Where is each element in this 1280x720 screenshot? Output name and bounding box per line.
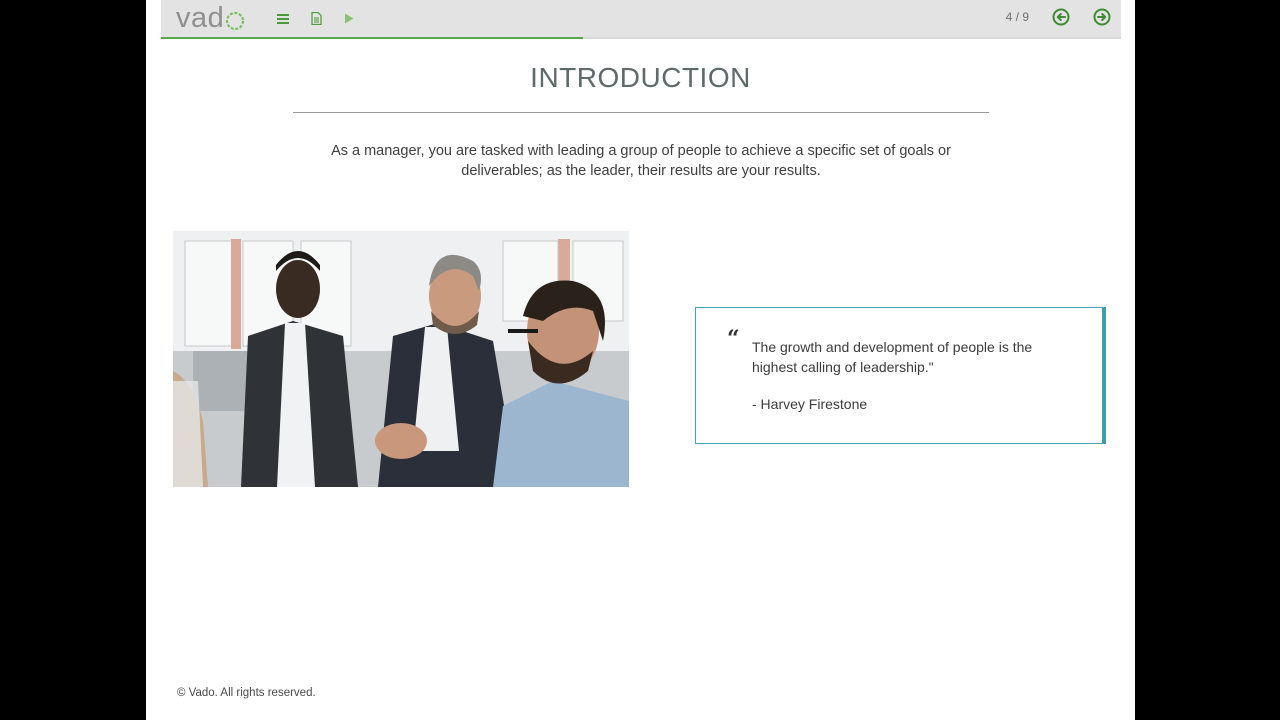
menu-icon — [277, 13, 289, 24]
quote-callout: “ The growth and development of people i… — [695, 307, 1106, 444]
progress-bar — [161, 37, 1121, 39]
quote-author: - Harvey Firestone — [752, 396, 868, 412]
quote-text: The growth and development of people is … — [752, 339, 1033, 375]
vado-logo: vad — [176, 1, 245, 35]
slide-title: INTRODUCTION — [530, 62, 751, 93]
logo-text: vad — [176, 1, 225, 34]
menu-button[interactable] — [274, 9, 292, 27]
slide-page: vad 4 / 9 INTRODUCTION As a manager, you… — [146, 0, 1135, 720]
progress-fill — [161, 37, 584, 39]
quote-mark-icon: “ — [727, 326, 740, 352]
logo-ring-icon — [226, 11, 245, 30]
copyright-footer: © Vado. All rights reserved. — [177, 687, 316, 699]
title-divider — [293, 112, 989, 113]
page-counter: 4 / 9 — [1005, 10, 1029, 24]
intro-text: As a manager, you are tasked with leadin… — [331, 143, 951, 179]
top-toolbar: vad 4 / 9 — [161, 0, 1121, 38]
arrow-right-circle-icon[interactable] — [1093, 8, 1111, 26]
notes-button[interactable] — [307, 9, 325, 27]
play-icon — [345, 13, 354, 23]
play-button[interactable] — [340, 9, 358, 27]
arrow-left-circle-icon[interactable] — [1052, 8, 1070, 26]
document-icon — [310, 11, 322, 25]
team-photo — [173, 231, 629, 487]
